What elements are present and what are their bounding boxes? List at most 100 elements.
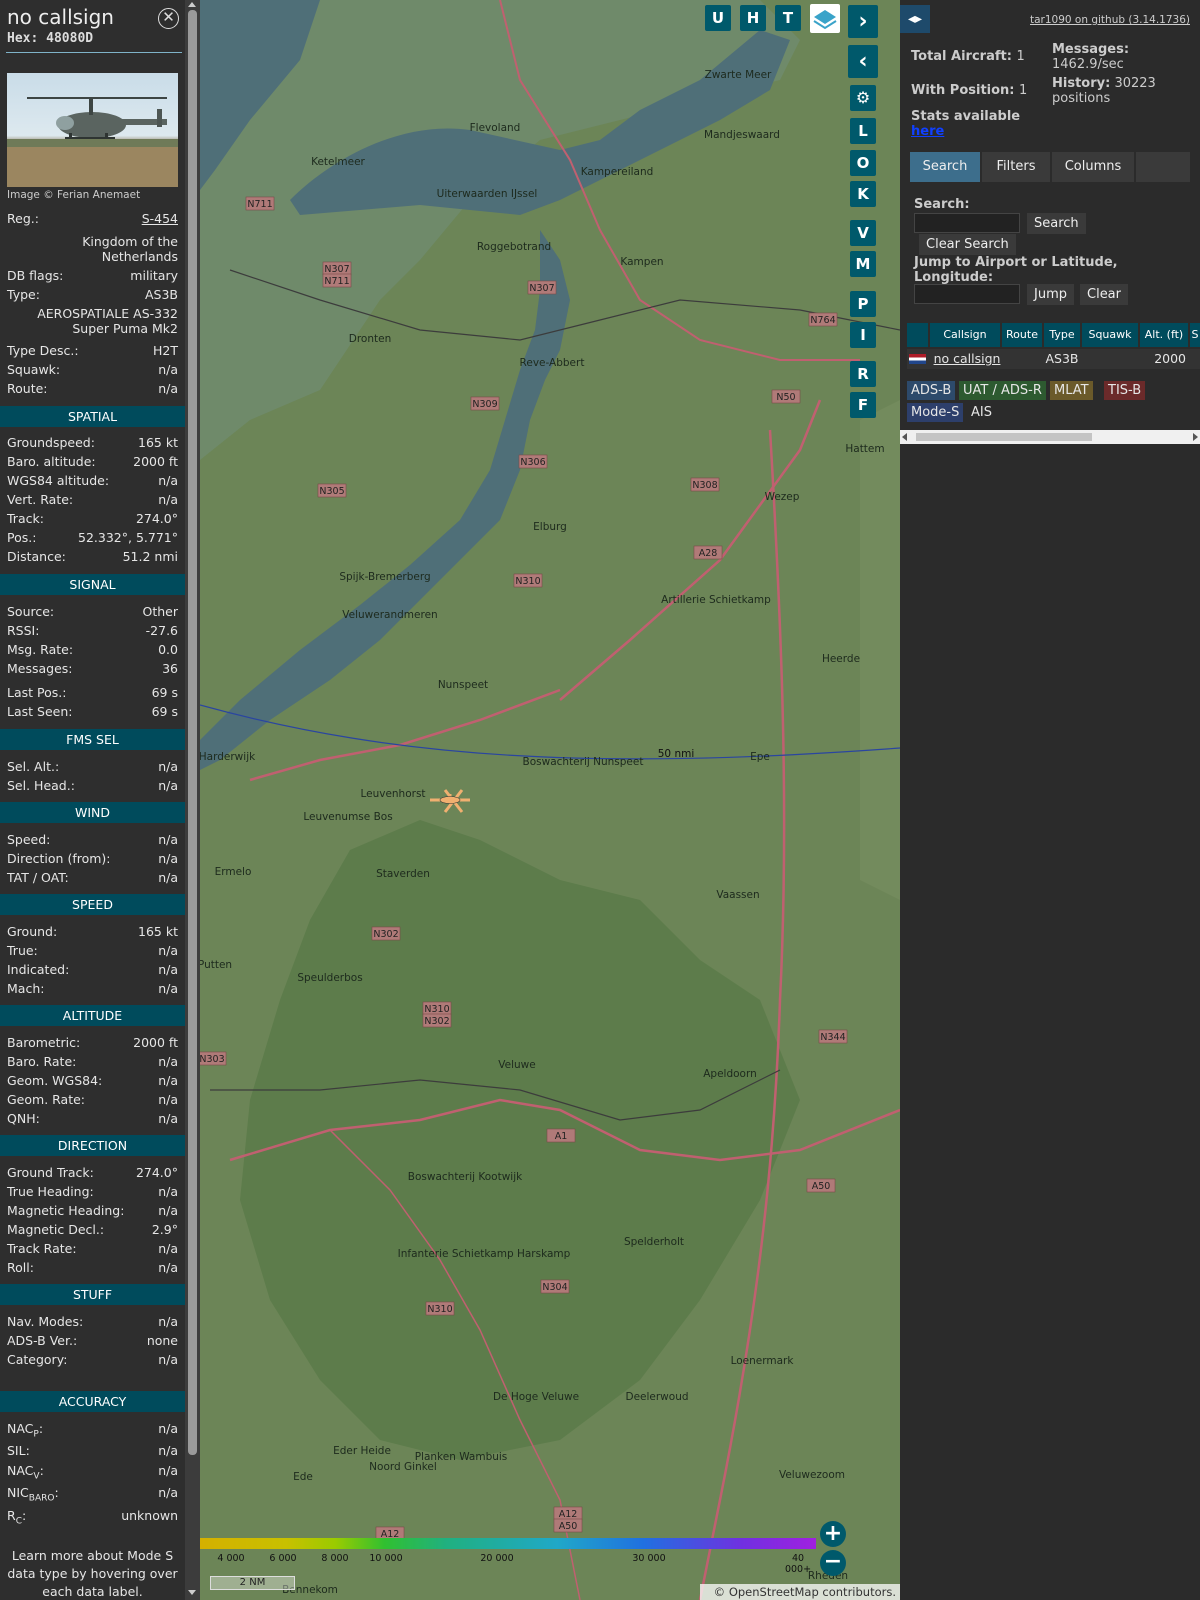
layers-icon[interactable]: [810, 4, 840, 33]
toggle-i-button[interactable]: I: [850, 322, 876, 348]
spatial-value: 274.0°: [135, 511, 178, 526]
row-callsign[interactable]: no callsign: [930, 350, 1004, 368]
direction-label: Track Rate:: [7, 1241, 77, 1256]
col-squawk[interactable]: Squawk: [1082, 323, 1138, 347]
altitude-scale-label: 10 000: [369, 1553, 403, 1564]
toggle-l-button[interactable]: L: [850, 118, 876, 144]
legend-tis-b[interactable]: TIS-B: [1104, 381, 1146, 400]
svg-text:N305: N305: [319, 486, 344, 497]
toggle-p-button[interactable]: P: [850, 291, 876, 317]
signal-row: Last Pos.: 69 s: [7, 685, 178, 700]
col-altitude[interactable]: Alt. (ft): [1140, 323, 1188, 347]
col-callsign[interactable]: Callsign: [930, 323, 1000, 347]
jump-button[interactable]: Jump: [1027, 284, 1074, 305]
map-view[interactable]: Flevoland Ketelmeer Kampereiland Mandjeswaa…: [200, 0, 900, 1600]
panel-toggle-icon[interactable]: ◂▸: [900, 5, 930, 33]
hscroll-thumb[interactable]: [916, 433, 1092, 441]
direction-value: 2.9°: [151, 1222, 178, 1237]
expand-right-icon[interactable]: ›: [848, 5, 878, 38]
legend-ads-b[interactable]: ADS-B: [907, 381, 956, 400]
spatial-label: Baro. altitude:: [7, 454, 96, 469]
svg-text:N711: N711: [247, 199, 272, 210]
place-label: Veluwe: [498, 1059, 535, 1071]
place-label: Flevoland: [470, 122, 521, 134]
clear-button[interactable]: Clear: [1080, 284, 1128, 305]
toggle-h-button[interactable]: H: [740, 5, 766, 31]
sidebar-scrollbar[interactable]: [185, 0, 200, 1600]
search-button[interactable]: Search: [1027, 213, 1086, 234]
scroll-down-icon[interactable]: [188, 1590, 196, 1595]
stuff-label: Nav. Modes:: [7, 1314, 84, 1329]
col-type[interactable]: Type: [1044, 323, 1080, 347]
nic-label: NICBARO:: [7, 1485, 59, 1504]
table-horizontal-scrollbar[interactable]: [900, 430, 1200, 444]
scroll-up-icon[interactable]: [188, 2, 196, 7]
legend-uat-ads-r[interactable]: UAT / ADS-R: [959, 381, 1046, 400]
toggle-v-button[interactable]: V: [850, 220, 876, 246]
signal-value: 69 s: [151, 704, 178, 719]
legend-mlat[interactable]: MLAT: [1050, 381, 1093, 400]
altitude-scale-label: 30 000: [632, 1553, 666, 1564]
section-altitude: ALTITUDE: [0, 1005, 185, 1026]
legend-mode-s[interactable]: Mode-S: [907, 403, 964, 422]
svg-text:N304: N304: [542, 1282, 567, 1293]
spatial-value: n/a: [158, 492, 178, 507]
road-shield: N310: [422, 1001, 452, 1016]
road-shield: A50: [806, 1178, 836, 1193]
altitude-row: Geom. Rate: n/a: [7, 1092, 178, 1107]
settings-gear-icon[interactable]: ⚙: [850, 85, 876, 111]
toggle-r-button[interactable]: R: [850, 361, 876, 387]
zoom-in-icon[interactable]: +: [820, 1521, 846, 1547]
search-input[interactable]: [914, 213, 1020, 233]
aircraft-photo[interactable]: [7, 73, 178, 187]
toggle-m-button[interactable]: M: [850, 251, 876, 277]
photo-credit: Image © Ferian Anemaet: [7, 189, 141, 201]
map-attribution[interactable]: © OpenStreetMap contributors.: [700, 1584, 900, 1600]
scroll-left-icon[interactable]: [902, 433, 907, 441]
collapse-left-icon[interactable]: ‹: [848, 45, 878, 78]
wind-row: Direction (from): n/a: [7, 851, 178, 866]
scroll-right-icon[interactable]: [1193, 433, 1198, 441]
dbflags-value: military: [130, 268, 178, 283]
place-label: Roggebotrand: [477, 241, 551, 253]
section-stuff: STUFF: [0, 1284, 185, 1305]
place-label: Kampen: [620, 256, 663, 268]
close-icon[interactable]: ✕: [158, 8, 179, 29]
toggle-f-button[interactable]: F: [850, 392, 876, 418]
reg-label: Reg.:: [7, 211, 39, 226]
legend-ais[interactable]: AIS: [967, 403, 996, 422]
toggle-t-button[interactable]: T: [775, 5, 801, 31]
svg-text:A12: A12: [559, 1509, 578, 1520]
messages-value: 1462.9/sec: [1052, 57, 1124, 72]
toggle-u-button[interactable]: U: [705, 5, 731, 31]
github-link[interactable]: tar1090 on github (3.14.1736): [1030, 14, 1190, 26]
toggle-k-button[interactable]: K: [850, 181, 876, 207]
speed-row: True: n/a: [7, 943, 178, 958]
col-route[interactable]: Route: [1002, 323, 1042, 347]
spatial-value: 52.332°, 5.771°: [78, 530, 178, 545]
wind-label: Speed:: [7, 832, 51, 847]
tab-columns[interactable]: Columns: [1052, 152, 1134, 182]
with-position-value: 1: [1019, 83, 1028, 98]
direction-row: Magnetic Decl.: 2.9°: [7, 1222, 178, 1237]
wind-label: Direction (from):: [7, 851, 111, 866]
jump-label: Jump to Airport or Latitude, Longitude:: [914, 255, 1118, 285]
tab-search[interactable]: Search: [910, 152, 980, 182]
clear-search-button[interactable]: Clear Search: [919, 234, 1016, 255]
stats-here-link[interactable]: here: [911, 124, 1020, 139]
speed-value: n/a: [158, 981, 178, 996]
registration-link[interactable]: S-454: [142, 211, 178, 226]
total-aircraft-label: Total Aircraft:: [911, 49, 1012, 64]
place-label: Putten: [200, 959, 232, 971]
col-speed[interactable]: S: [1190, 323, 1200, 347]
jump-input[interactable]: [914, 284, 1020, 304]
speed-row: Ground: 165 kt: [7, 924, 178, 939]
tab-filters[interactable]: Filters: [982, 152, 1050, 182]
road-shield: N307: [322, 261, 352, 276]
scrollbar-thumb[interactable]: [188, 10, 197, 1455]
toggle-o-button[interactable]: O: [850, 150, 876, 176]
type-full-name: AEROSPATIALE AS-332 Super Puma Mk2: [37, 306, 178, 336]
signal-value: 69 s: [151, 685, 178, 700]
spatial-row: Distance: 51.2 nmi: [7, 549, 178, 564]
zoom-out-icon[interactable]: −: [820, 1550, 846, 1576]
